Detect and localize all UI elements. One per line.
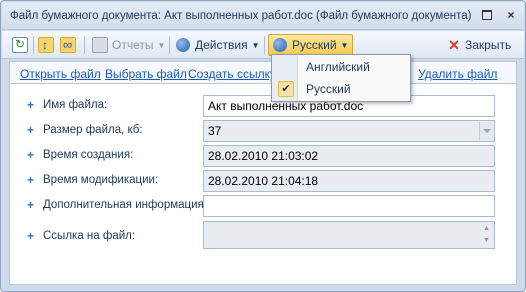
form-panel: Открыть файл Выбрать файл Создать ссылку… — [9, 61, 517, 285]
refresh-button[interactable] — [12, 34, 28, 56]
file-size-label: Размер файла, кб: — [43, 124, 143, 136]
actions-button[interactable]: Действия ▼ — [176, 34, 260, 56]
file-link-row: + Ссылка на файл: ▲ ▼ — [10, 221, 516, 249]
file-name-label: Имя файла: — [43, 99, 108, 111]
close-button[interactable]: ✕ Закрыть — [447, 34, 511, 56]
expand-icon — [38, 37, 54, 53]
created-label: Время создания: — [43, 149, 134, 161]
extra-info-row: + Дополнительная информация: — [10, 195, 516, 217]
actions-label: Действия — [195, 38, 248, 52]
expand-button[interactable] — [38, 34, 54, 56]
chevron-down-icon: ▼ — [157, 40, 166, 50]
document-window: Файл бумажного документа: Акт выполненны… — [0, 0, 526, 292]
file-size-value: 37 — [208, 124, 222, 138]
plus-icon: + — [27, 198, 35, 212]
refresh-icon — [12, 37, 28, 53]
globe-icon — [176, 38, 190, 52]
extra-info-field[interactable] — [203, 195, 495, 217]
language-menu: Английский ✔ Русский — [271, 54, 411, 102]
menu-item-russian[interactable]: ✔ Русский — [272, 78, 410, 100]
window-title: Файл бумажного документа: Акт выполненны… — [10, 10, 472, 22]
title-bar: Файл бумажного документа: Акт выполненны… — [2, 2, 524, 30]
created-row: + Время создания: 28.02.2010 21:03:02 — [10, 145, 516, 167]
modified-field: 28.02.2010 21:04:18 — [203, 170, 495, 192]
reports-button[interactable]: Отчеты ▼ — [92, 34, 165, 56]
file-link-label: Ссылка на файл: — [43, 230, 136, 242]
delete-file-link[interactable]: Удалить файл — [418, 67, 497, 81]
link-button[interactable] — [60, 34, 76, 56]
file-size-row: + Размер файла, кб: 37 — [10, 120, 516, 142]
scroll-arrows[interactable]: ▲ ▼ — [480, 223, 493, 247]
globe-icon — [273, 38, 287, 52]
menu-item-label: Русский — [306, 82, 351, 96]
plus-icon: + — [27, 123, 35, 137]
language-button[interactable]: Русский ▼ — [268, 34, 354, 56]
reports-label: Отчеты — [112, 38, 154, 52]
checkmark-icon: ✔ — [278, 81, 294, 97]
created-field: 28.02.2010 21:03:02 — [203, 145, 495, 167]
chevron-down-icon — [479, 122, 493, 140]
close-x-icon: ✕ — [448, 36, 460, 53]
close-icon[interactable]: × — [504, 8, 518, 22]
close-label: Закрыть — [465, 38, 512, 52]
language-label: Русский — [292, 38, 337, 52]
file-link-field: ▲ ▼ — [203, 221, 495, 249]
menu-item-english[interactable]: Английский — [272, 56, 410, 78]
modified-label: Время модификации: — [43, 174, 159, 186]
create-link-link[interactable]: Создать ссылку — [188, 67, 276, 81]
plus-icon: + — [27, 173, 35, 187]
file-name-row: + Имя файла: Акт выполненных работ.doc — [10, 95, 516, 117]
link-icon — [60, 37, 76, 53]
open-file-link[interactable]: Открыть файл — [20, 67, 101, 81]
select-file-link[interactable]: Выбрать файл — [105, 67, 187, 81]
plus-icon: + — [27, 148, 35, 162]
extra-info-label: Дополнительная информация: — [43, 199, 207, 211]
chevron-down-icon: ▼ — [251, 40, 260, 50]
link-bar: Открыть файл Выбрать файл Создать ссылку… — [10, 62, 516, 84]
restore-icon[interactable] — [480, 8, 494, 22]
plus-icon: + — [27, 98, 35, 112]
printer-icon — [92, 37, 108, 53]
modified-row: + Время модификации: 28.02.2010 21:04:18 — [10, 170, 516, 192]
toolbar: Отчеты ▼ Действия ▼ Русский ▼ ✕ Закрыть — [2, 31, 524, 59]
chevron-down-icon: ▼ — [340, 40, 349, 50]
file-size-field: 37 — [203, 120, 495, 142]
menu-item-label: Английский — [306, 60, 370, 74]
plus-icon: + — [27, 229, 35, 243]
